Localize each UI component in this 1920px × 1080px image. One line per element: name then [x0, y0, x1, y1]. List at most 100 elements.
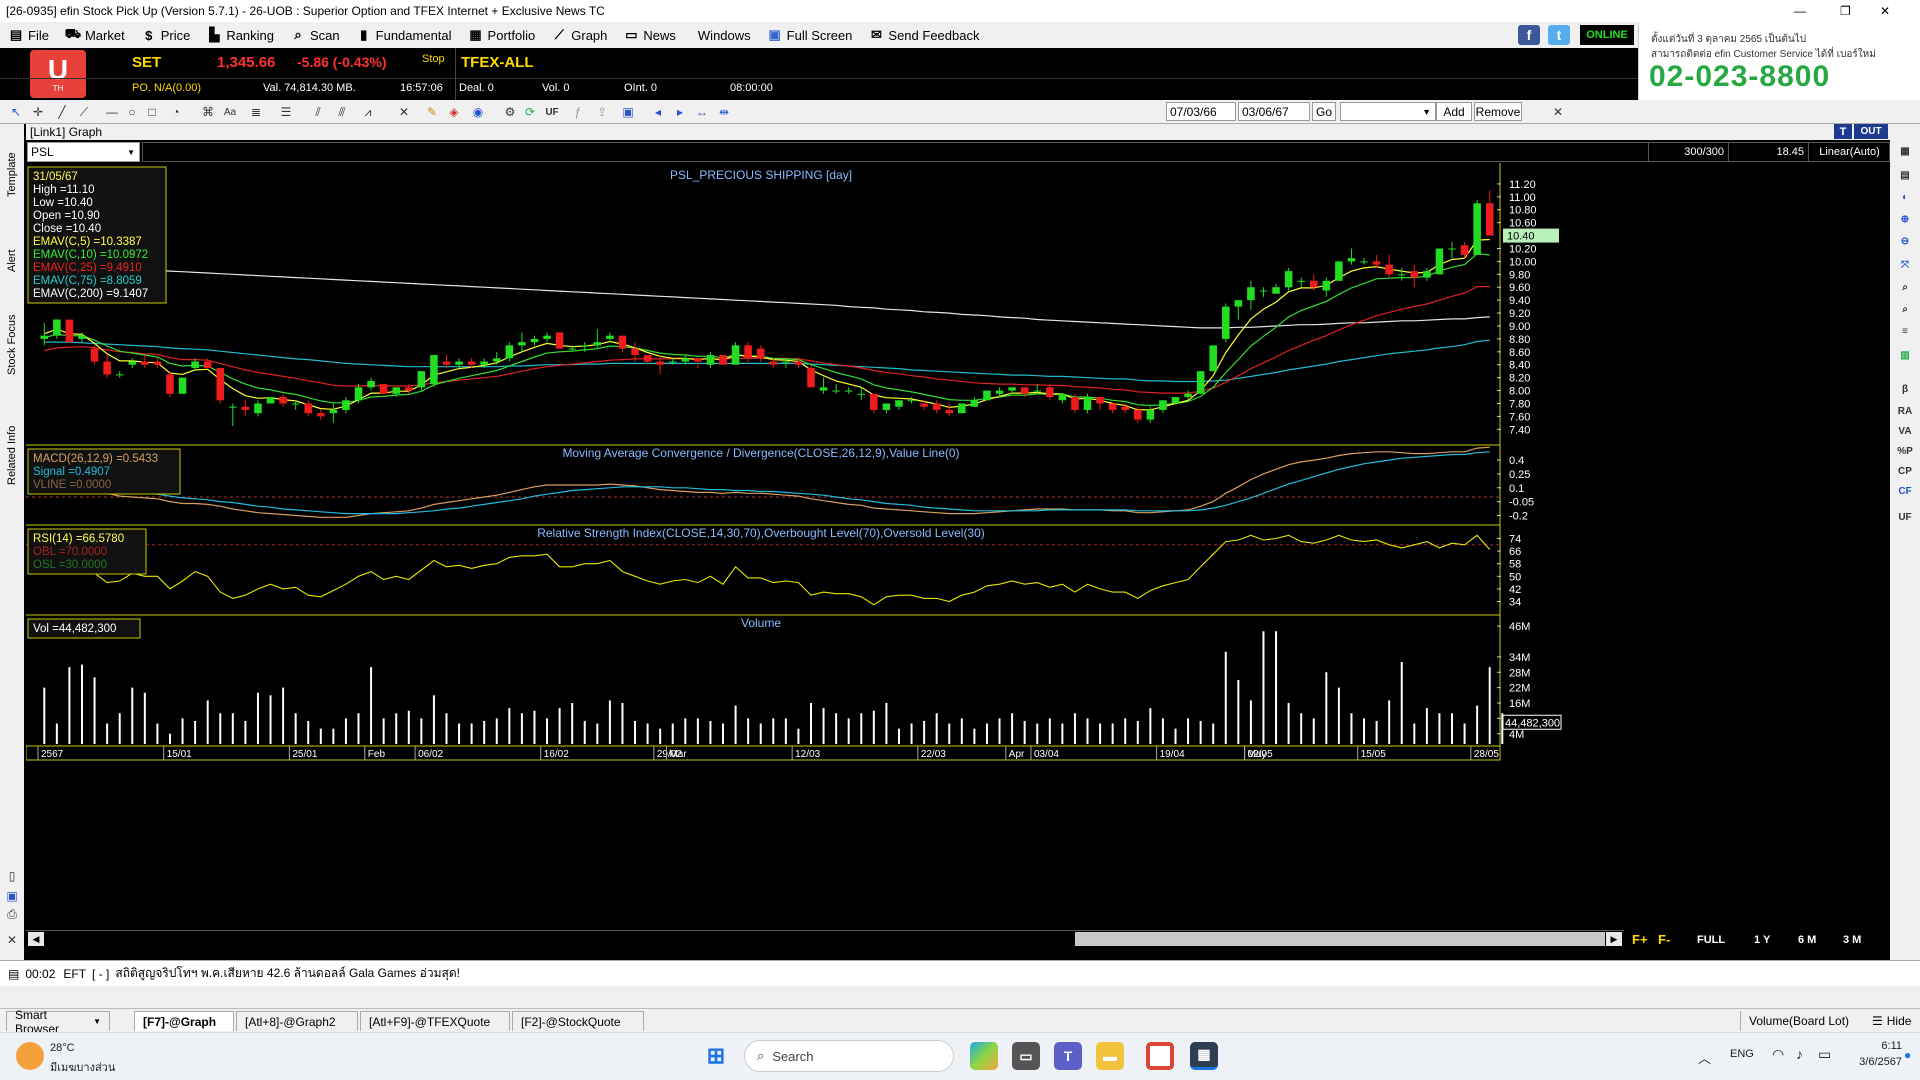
menu-ranking[interactable]: ▙ Ranking: [198, 22, 282, 48]
period-tool-icon[interactable]: ◉: [470, 104, 486, 120]
efin-app-icon[interactable]: ▦: [1190, 1042, 1218, 1070]
taskbar-search[interactable]: ⌕ Search: [744, 1040, 954, 1072]
cf-tool[interactable]: CF: [1893, 482, 1917, 500]
ra-tool[interactable]: RA: [1893, 402, 1917, 420]
gann-tool-icon[interactable]: ⫻: [334, 104, 350, 120]
cp-tool[interactable]: CP: [1893, 462, 1917, 480]
zoom-in-icon[interactable]: ⊕: [1893, 210, 1917, 228]
pointer-tool-icon[interactable]: ↖: [8, 104, 24, 120]
ruler-icon[interactable]: ⤧: [1893, 256, 1917, 274]
zoom-in-f-icon[interactable]: F+: [1632, 932, 1648, 947]
weather-icon[interactable]: [16, 1042, 44, 1070]
menu-fullscreen[interactable]: ▣ Full Screen: [759, 22, 861, 48]
layout-icon[interactable]: ▤: [1893, 166, 1917, 184]
date-to-input[interactable]: 03/06/67: [1238, 102, 1310, 121]
menu-fundamental[interactable]: ▮ Fundamental: [348, 22, 460, 48]
wifi-icon[interactable]: ◠: [1772, 1046, 1784, 1063]
menu-news[interactable]: ▭ News: [615, 22, 684, 48]
channel-tool-icon[interactable]: ⫽: [310, 104, 326, 120]
delete-tool-icon[interactable]: ✕: [396, 104, 412, 120]
minimize-button[interactable]: —: [1788, 0, 1834, 22]
shape-tool-icon[interactable]: ◔: [168, 104, 184, 120]
notification-bell-icon[interactable]: ●: [1904, 1048, 1911, 1062]
zoom-3m[interactable]: 3 M: [1843, 934, 1861, 946]
volume-mode[interactable]: Volume(Board Lot): [1740, 1011, 1864, 1031]
indicator-icon[interactable]: ▥: [1893, 346, 1917, 364]
menu-market[interactable]: ⛟ Market: [57, 22, 133, 48]
battery-icon[interactable]: ▭: [1818, 1046, 1831, 1063]
price-chart[interactable]: 11.2011.0010.8010.6010.2010.009.809.609.…: [26, 163, 1890, 948]
t-button[interactable]: T: [1834, 124, 1852, 139]
symbol-input[interactable]: PSL ▼: [27, 142, 140, 162]
close-chart-icon[interactable]: ✕: [4, 932, 20, 948]
smart-browser-select[interactable]: Smart Browser ▼: [6, 1008, 110, 1036]
date-from-input[interactable]: 07/03/66: [1166, 102, 1236, 121]
go-button[interactable]: Go: [1312, 102, 1336, 121]
tab-template[interactable]: Template: [2, 140, 22, 210]
tab-graph2[interactable]: [Atl+8]-@Graph2: [236, 1011, 358, 1031]
volume-icon[interactable]: ♪: [1796, 1046, 1803, 1062]
news-ticker[interactable]: ▤ 00:02 EFT [ - ] สถิติสูญจริปโทฯ พ.ค.เส…: [0, 960, 1920, 986]
grid-icon[interactable]: ▦: [1893, 142, 1917, 160]
language-indicator[interactable]: ENG: [1730, 1048, 1754, 1060]
file-explorer-icon[interactable]: ▬: [1096, 1042, 1124, 1070]
chart-scrollbar-thumb[interactable]: [1075, 932, 1605, 946]
menu-portfolio[interactable]: ▦ Portfolio: [460, 22, 544, 48]
zoom-out-icon[interactable]: ⊖: [1893, 232, 1917, 250]
save-icon[interactable]: ▣: [4, 888, 20, 904]
zoom-1y[interactable]: 1 Y: [1754, 934, 1770, 946]
scroll-right-button[interactable]: ▶: [1606, 932, 1622, 946]
refresh-tool-icon[interactable]: ⟳: [522, 104, 538, 120]
text-tool-icon[interactable]: Aa: [222, 104, 238, 120]
uf-tool-icon[interactable]: UF: [544, 104, 560, 120]
zoom-out-f-icon[interactable]: F-: [1658, 932, 1670, 947]
settings-tool-icon[interactable]: ⚙: [502, 104, 518, 120]
search-icon[interactable]: ⌕: [1893, 278, 1917, 296]
hide-button[interactable]: ☰ Hide: [1864, 1011, 1920, 1031]
uf-tool[interactable]: UF: [1893, 508, 1917, 526]
percent-p-tool[interactable]: %P: [1893, 442, 1917, 460]
beta-tool[interactable]: β: [1893, 380, 1917, 398]
menu-file[interactable]: ▤ File: [0, 22, 57, 48]
task-view-icon[interactable]: ▭: [1012, 1042, 1040, 1070]
scale-mode[interactable]: Linear(Auto): [1808, 143, 1890, 161]
tab-stock-focus[interactable]: Stock Focus: [2, 290, 22, 400]
twitter-icon[interactable]: t: [1548, 25, 1570, 45]
template-select[interactable]: ▼: [1340, 102, 1436, 121]
circle-tool-icon[interactable]: ○: [124, 104, 140, 120]
out-button[interactable]: OUT: [1854, 124, 1888, 139]
windows-start-icon[interactable]: ⊞: [702, 1042, 730, 1070]
zoom-6m[interactable]: 6 M: [1798, 934, 1816, 946]
zoom-full[interactable]: FULL: [1697, 934, 1725, 946]
add-button[interactable]: Add: [1436, 102, 1472, 121]
scroll-right-icon[interactable]: ▸: [672, 104, 688, 120]
wave-tool-icon[interactable]: ⩘: [360, 104, 376, 120]
clock-date[interactable]: 3/6/2567: [1842, 1056, 1902, 1068]
magnify-icon[interactable]: ⌕: [1893, 300, 1917, 318]
new-doc-icon[interactable]: ▯: [4, 868, 20, 884]
va-tool[interactable]: VA: [1893, 422, 1917, 440]
pattern-tool-icon[interactable]: ⌘: [200, 104, 216, 120]
scroll-left-button[interactable]: ◀: [28, 932, 44, 946]
trend-tool-icon[interactable]: ⟋: [76, 104, 92, 120]
close-panel-icon[interactable]: ✕: [1550, 104, 1566, 120]
tray-chevron-up-icon[interactable]: ︿: [1698, 1048, 1711, 1067]
function-tool-icon[interactable]: ƒ: [570, 104, 586, 120]
lines-tool-icon[interactable]: ☰: [278, 104, 294, 120]
chart-icon[interactable]: ◐: [1893, 188, 1917, 206]
tab-tfex-quote[interactable]: [Atl+F9]-@TFEXQuote: [360, 1011, 510, 1031]
efin-advert-banner[interactable]: ตั้งแต่วันที่ 3 ตุลาคม 2565 เป็นต้นไป สา…: [1638, 22, 1920, 100]
pencil-tool-icon[interactable]: ✎: [424, 104, 440, 120]
print-icon[interactable]: ⎙: [4, 906, 20, 922]
rectangle-tool-icon[interactable]: □: [144, 104, 160, 120]
tab-related-info[interactable]: Related Info: [2, 410, 22, 500]
close-window-button[interactable]: ✕: [1874, 0, 1920, 22]
tab-graph[interactable]: [F7]-@Graph: [134, 1011, 234, 1031]
menu-send-feedback[interactable]: ✉ Send Feedback: [860, 22, 987, 48]
shrink-icon[interactable]: ⇹: [716, 104, 732, 120]
hline-tool-icon[interactable]: —: [104, 104, 120, 120]
export-tool-icon[interactable]: ⇪: [594, 104, 610, 120]
teams-icon[interactable]: T: [1054, 1042, 1082, 1070]
tab-stock-quote[interactable]: [F2]-@StockQuote: [512, 1011, 644, 1031]
image-tool-icon[interactable]: ▣: [620, 104, 636, 120]
